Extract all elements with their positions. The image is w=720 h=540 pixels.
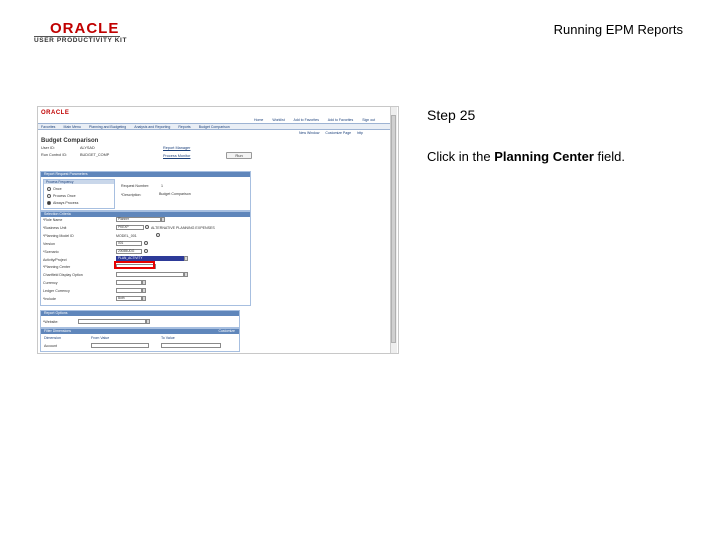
run-control-value: BUDGET_COMP [80, 153, 110, 157]
lookup-icon[interactable] [144, 241, 148, 245]
filter-dimensions-group: Filter Dimensions Customize Dimension Fr… [40, 328, 240, 352]
field-label: *Planning Center [43, 265, 71, 269]
field-label: Version [43, 242, 55, 246]
field-label: *Include [43, 297, 56, 301]
version-field[interactable]: 001 [116, 241, 142, 246]
step-text-after: field. [593, 149, 625, 164]
page-title: Budget Comparison [41, 138, 99, 144]
upk-logo-subtitle: USER PRODUCTIVITY KIT [34, 37, 128, 44]
business-unit-description: ALTERNATIVE PLANNING EXPENSES [151, 226, 215, 230]
lookup-icon[interactable] [144, 249, 148, 253]
request-number-label: Request Number: [121, 184, 150, 188]
slide-title: Running EPM Reports [553, 22, 683, 37]
dropdown-arrow-icon[interactable] [161, 217, 165, 222]
nav-item[interactable]: Planning and Budgeting [89, 125, 126, 129]
field-label: *Planning Model ID [43, 234, 74, 238]
freq-always-label: Always Process [53, 201, 79, 205]
report-options-header: Report Options [41, 311, 239, 316]
http-link[interactable]: http [357, 131, 363, 135]
filter-row-dimension: Account [44, 344, 57, 348]
step-text-bold: Planning Center [494, 149, 594, 164]
role-name-select[interactable]: Planner [116, 217, 161, 222]
process-frequency-header: Process Frequency [44, 180, 114, 184]
nav-item[interactable]: Favorites [41, 125, 55, 129]
field-label: Chartfield Display Option [43, 273, 83, 277]
field-label: Activity/Project [43, 258, 67, 262]
user-id-label: User ID: [41, 146, 55, 150]
application-screenshot: ORACLE Home Worklist Add to Favorites Ad… [37, 106, 399, 354]
freq-once-option[interactable]: Once [47, 187, 62, 192]
top-link-signout[interactable]: Sign out [362, 118, 375, 122]
planning-model-value: MODEL_001 [116, 234, 137, 238]
run-button[interactable]: Run [226, 152, 252, 159]
filter-col-to: To Value [161, 336, 175, 340]
freq-process-once-label: Process Once [53, 194, 76, 198]
dropdown-arrow-icon[interactable] [142, 280, 146, 285]
lookup-icon[interactable] [145, 225, 149, 229]
description-field[interactable]: Budget Comparison [159, 192, 191, 196]
business-unit-field[interactable]: PKEXP [116, 225, 144, 230]
customize-page-link[interactable]: Customize Page [325, 131, 351, 135]
freq-process-once-option[interactable]: Process Once [47, 194, 76, 199]
freq-always-option[interactable]: Always Process [47, 201, 79, 206]
filter-dimensions-title: Filter Dimensions [44, 329, 72, 333]
breadcrumb-nav: Favorites Main Menu Planning and Budgeti… [38, 123, 390, 130]
lookup-icon[interactable] [156, 233, 160, 237]
dropdown-arrow-icon[interactable] [184, 272, 188, 277]
website-label: *Website: [43, 320, 59, 324]
include-select[interactable]: Both [116, 296, 142, 301]
dropdown-arrow-icon[interactable] [184, 256, 188, 261]
top-links: Home Worklist Add to Favorites Add to Fa… [254, 118, 383, 122]
step-instruction: Click in the Planning Center field. [427, 149, 625, 164]
top-link-home[interactable]: Home [254, 118, 263, 122]
currency-field[interactable] [116, 280, 142, 285]
top-link-worklist[interactable]: Worklist [272, 118, 284, 122]
run-control-label: Run Control ID: [41, 153, 68, 157]
app-logo: ORACLE [41, 110, 70, 116]
dropdown-arrow-icon[interactable] [142, 296, 146, 301]
website-select[interactable] [78, 319, 146, 324]
user-id-value: ALYSAD [80, 146, 95, 150]
top-link-favorites-2[interactable]: Add to Favorites [328, 118, 353, 122]
process-monitor-link[interactable]: Process Monitor [163, 154, 190, 158]
field-label: *Scenario [43, 250, 59, 254]
nav-item[interactable]: Analysis and Reporting [134, 125, 170, 129]
field-label: *Role Name [43, 218, 63, 222]
scenario-field[interactable]: 2008BUDG [116, 249, 142, 254]
filter-dimensions-header: Filter Dimensions Customize [41, 329, 239, 334]
nav-item[interactable]: Main Menu [64, 125, 81, 129]
field-label: *Business Unit [43, 226, 67, 230]
dropdown-arrow-icon[interactable] [142, 288, 146, 293]
page-tools: New Window Customize Page http [294, 131, 363, 135]
filter-customize-link[interactable]: Customize [218, 329, 235, 334]
step-text-before: Click in the [427, 149, 495, 164]
scrollbar-thumb[interactable] [391, 115, 396, 343]
report-request-header: Report Request Parameters [41, 172, 250, 177]
step-title: Step 25 [427, 107, 476, 123]
request-number-value: 1 [161, 184, 163, 188]
dropdown-arrow-icon[interactable] [146, 319, 150, 324]
filter-col-dimension: Dimension [44, 336, 61, 340]
nav-item[interactable]: Budget Comparison [199, 125, 230, 129]
field-label: Ledger Currency [43, 289, 70, 293]
radio-icon[interactable] [47, 187, 51, 192]
planning-center-highlight [114, 261, 155, 269]
filter-to-field[interactable] [161, 343, 221, 348]
chartfield-display-select[interactable] [116, 272, 184, 277]
new-window-link[interactable]: New Window [299, 131, 319, 135]
nav-item[interactable]: Reports [178, 125, 190, 129]
freq-once-label: Once [53, 187, 62, 191]
field-label: Currency [43, 281, 58, 285]
report-request-group: Report Request Parameters Process Freque… [40, 171, 251, 211]
filter-from-field[interactable] [91, 343, 149, 348]
ledger-currency-field[interactable] [116, 288, 142, 293]
radio-icon[interactable] [47, 194, 51, 199]
process-frequency-group: Process Frequency Once Process Once Alwa… [43, 179, 115, 209]
report-manager-link[interactable]: Report Manager [163, 146, 190, 150]
filter-col-from: From Value [91, 336, 110, 340]
description-label: *Description: [121, 193, 142, 197]
oracle-logo: ORACLE [50, 20, 120, 37]
radio-selected-icon[interactable] [47, 201, 51, 206]
top-link-favorites[interactable]: Add to Favorites [294, 118, 319, 122]
